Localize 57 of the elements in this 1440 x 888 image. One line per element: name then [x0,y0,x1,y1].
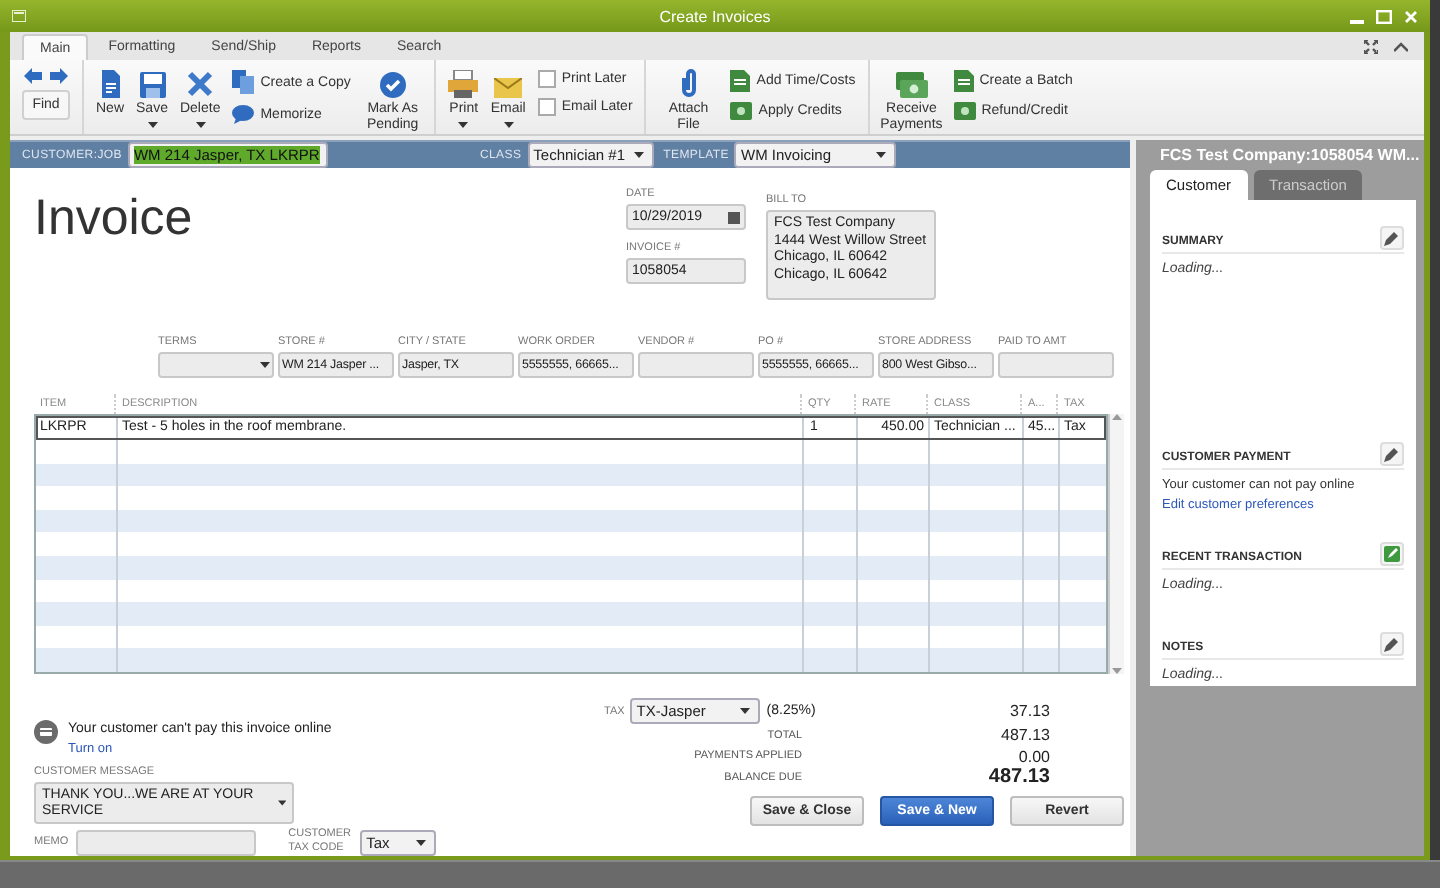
expand-icon [1364,39,1378,53]
speech-bubble-icon [232,104,255,124]
close-button[interactable] [1404,9,1418,23]
printer-icon [448,70,479,98]
caret-icon [633,152,644,159]
app-icon [12,10,26,22]
chevron-up-icon [1394,41,1408,51]
money-icon [953,102,976,120]
add-button[interactable] [1380,542,1404,566]
money-icon [895,72,928,98]
edit-button[interactable] [1380,226,1404,250]
text-field[interactable] [998,352,1114,379]
caret-icon [503,122,514,128]
amount: 0.00 [1018,747,1052,766]
document-icon [730,70,751,92]
scroll-up-icon [1112,414,1122,421]
close-icon [1404,9,1418,23]
amount: 487.13 [1001,726,1052,745]
caret-icon [260,362,270,369]
caret-icon [147,122,157,128]
document-icon [99,70,121,98]
pencil-icon [1384,636,1400,652]
caret-icon [458,122,469,128]
money-icon [730,102,753,120]
maximize-icon [1376,9,1392,23]
amount: 37.13 [1009,702,1052,720]
checkmark-icon [379,72,406,98]
copy-icon [232,70,255,94]
amount: 487.13 [988,766,1052,789]
scroll-down-icon [1112,668,1122,674]
edit-button[interactable] [1380,442,1404,466]
caret-icon [876,152,887,159]
arrow-left-icon [24,68,42,84]
caret-icon [277,800,286,806]
caret-icon [416,839,427,845]
envelope-icon [494,78,523,98]
memo-field[interactable] [76,829,257,855]
edit-button[interactable] [1380,632,1404,656]
panel-title: FCS Test Company:1058054 WM... [1160,146,1420,164]
text-field[interactable] [638,352,754,379]
pencil-icon [1384,230,1400,246]
window-title: Create Invoices [659,8,771,26]
form-title: Invoice [34,188,195,251]
collapse-button[interactable] [1394,39,1408,53]
maximize-button[interactable] [1376,9,1392,23]
expand-button[interactable] [1364,39,1378,53]
caret-icon [740,708,751,714]
dropdown-field[interactable] [158,352,274,379]
document-icon [953,70,974,92]
pencil-icon [1384,446,1400,462]
caret-icon [195,122,206,128]
add-note-icon [1384,546,1400,562]
scrollbar[interactable] [1108,414,1124,674]
paperclip-icon [679,68,698,98]
x-icon [186,70,215,98]
credit-card-icon [34,719,58,743]
arrow-right-icon [50,68,68,84]
